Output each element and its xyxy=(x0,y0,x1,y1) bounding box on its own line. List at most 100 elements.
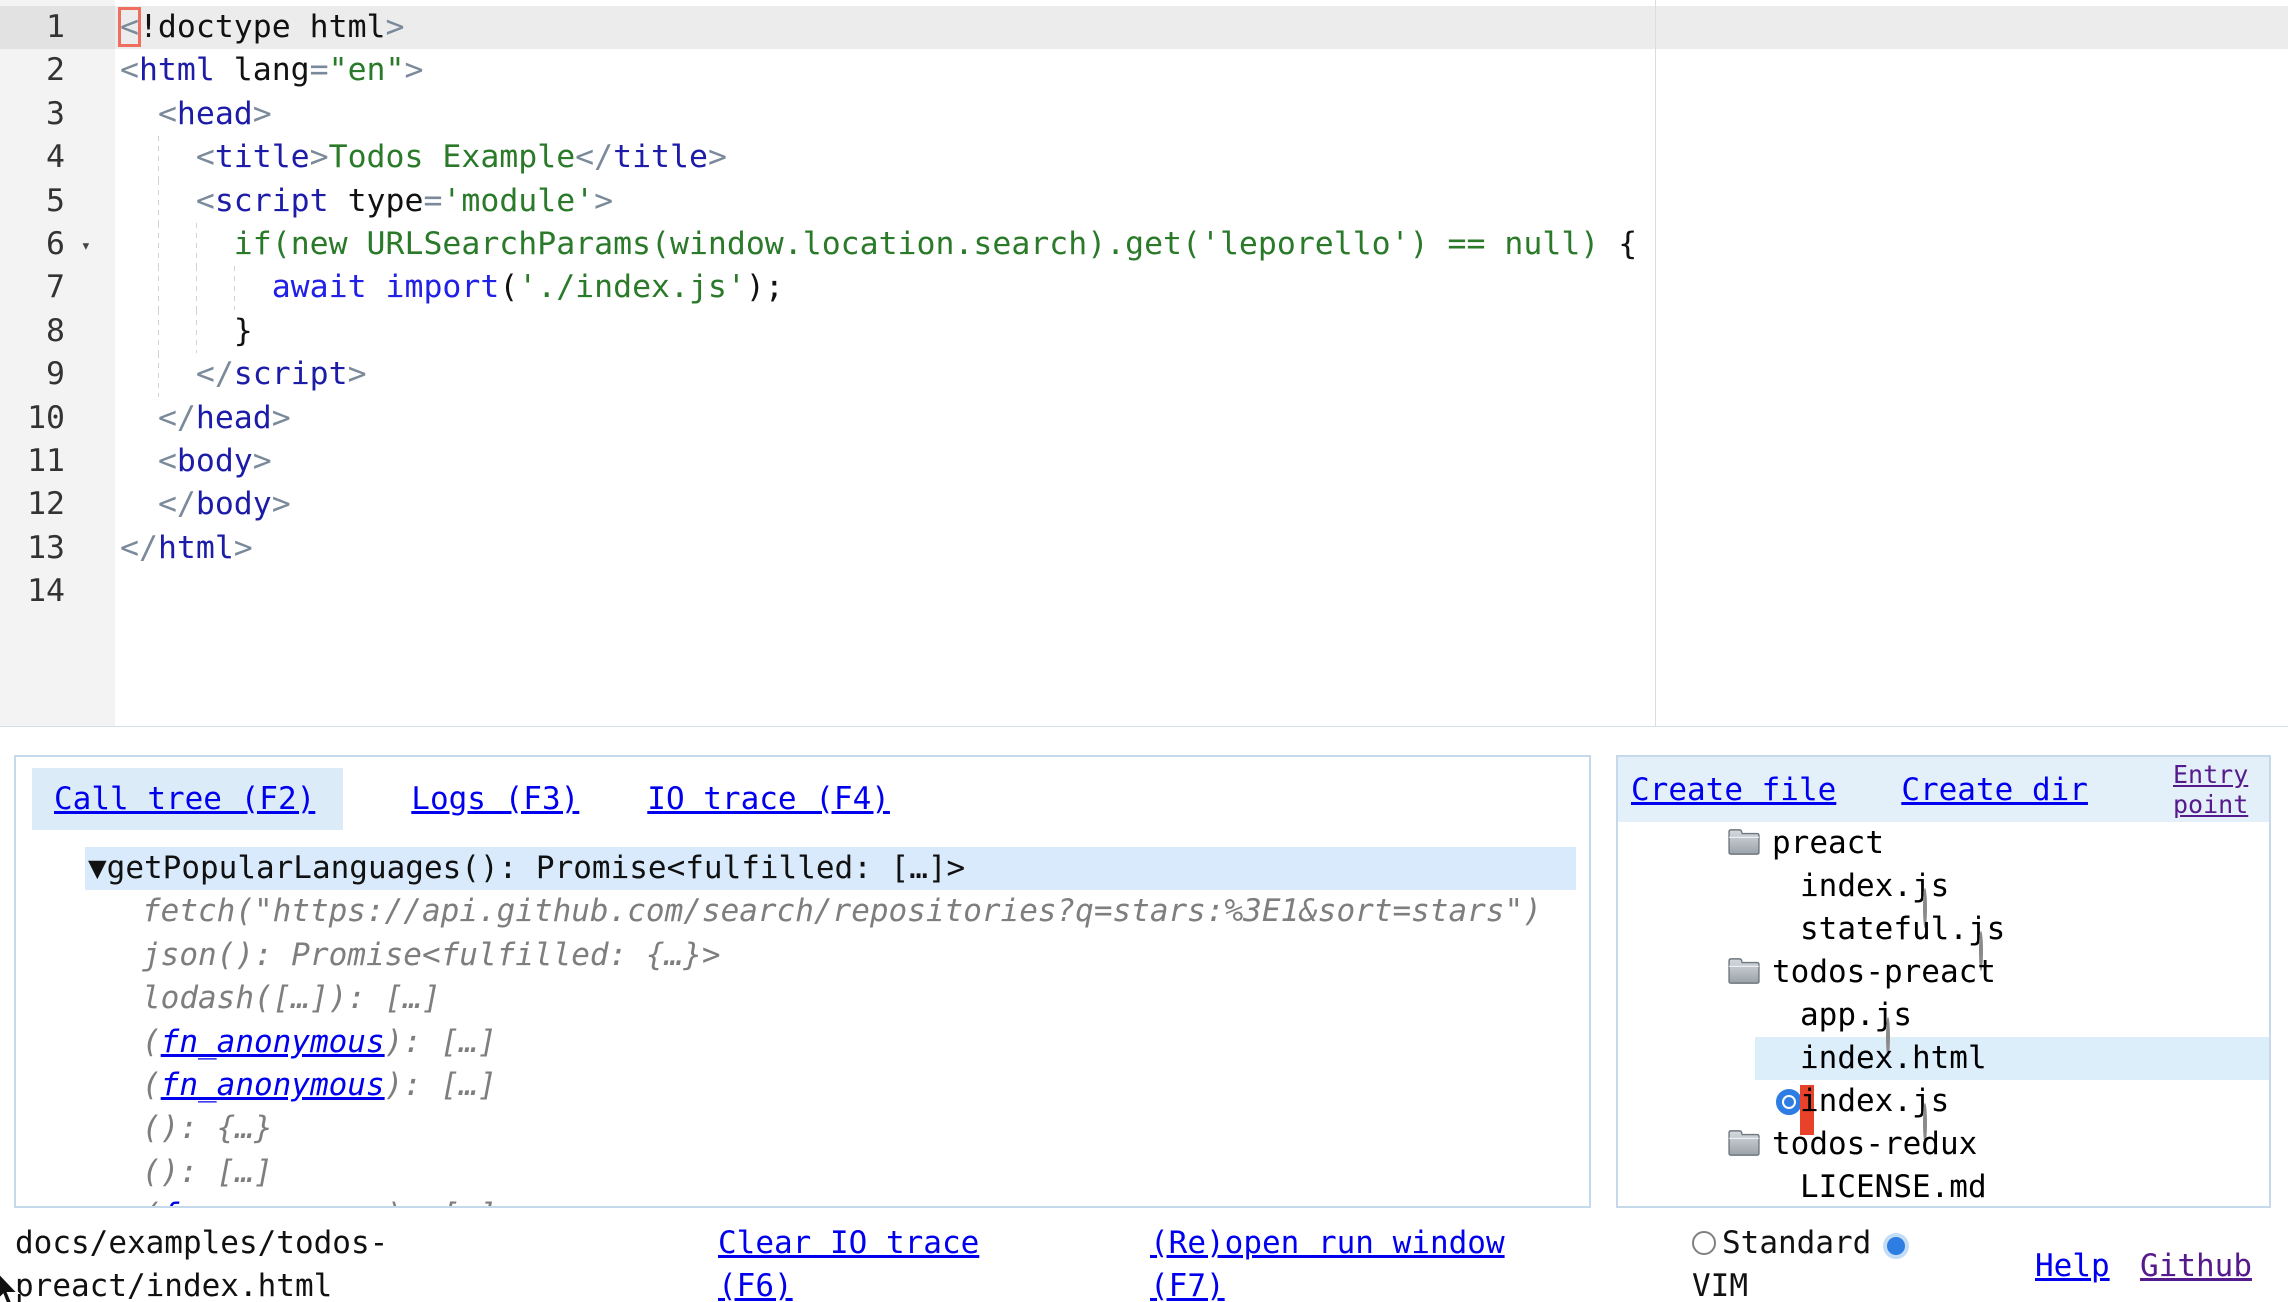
entry-point-radio-selected[interactable] xyxy=(1776,1089,1802,1115)
folder-icon xyxy=(1727,957,1761,985)
call-tree-row[interactable]: json(): Promise<fulfilled: {…}> xyxy=(16,934,1589,977)
line-number: 3 xyxy=(0,93,115,136)
file-name[interactable]: stateful.js xyxy=(1800,911,2005,947)
indent-guide xyxy=(158,136,159,179)
tab-logs-f3[interactable]: Logs (F3) xyxy=(411,768,579,830)
call-tree-row[interactable]: fetch("https://api.github.com/search/rep… xyxy=(16,890,1589,933)
file-name[interactable]: index.html xyxy=(1800,1040,1987,1076)
code-text[interactable]: <html lang="en"> xyxy=(115,49,2288,92)
file-row-index-html[interactable]: index.html xyxy=(1618,1037,2269,1080)
tab-link[interactable]: IO trace (F4) xyxy=(647,781,890,817)
code-text[interactable]: </html> xyxy=(115,527,2288,570)
call-tree-row[interactable]: (fn_anonymous): […] xyxy=(16,1194,1589,1208)
file-name[interactable]: app.js xyxy=(1800,997,1912,1033)
code-text[interactable]: <body> xyxy=(115,440,2288,483)
code-token: script xyxy=(234,356,348,392)
code-text[interactable]: </script> xyxy=(115,353,2288,396)
file-row-app-js[interactable]: app.js xyxy=(1618,994,2269,1037)
anonymous-fn-link[interactable]: fn_anonymous xyxy=(161,1067,385,1103)
create-file-button[interactable]: Create file xyxy=(1631,772,1836,808)
code-text[interactable]: await import('./index.js'); xyxy=(115,266,2288,309)
call-text: json(): Promise<fulfilled: {…}> xyxy=(142,937,721,973)
clear-io-trace-button[interactable]: Clear IO trace (F6) xyxy=(718,1222,1018,1302)
call-tree-row[interactable]: ▼getPopularLanguages(): Promise<fulfille… xyxy=(85,847,1576,890)
code-line[interactable]: 2 <html lang="en"> xyxy=(0,49,2288,92)
keybinding-radio-vim[interactable] xyxy=(1887,1237,1905,1255)
line-number: 6▾ xyxy=(0,223,115,266)
call-tree-row[interactable]: (): […] xyxy=(16,1151,1589,1194)
keybinding-radio-standard[interactable] xyxy=(1692,1231,1716,1255)
line-number: 7 xyxy=(0,266,115,309)
keybinding-label-vim[interactable]: VIM xyxy=(1692,1268,1748,1302)
indent-guide xyxy=(158,353,159,396)
file-tree: preact index.js stateful.js todos-preact app… xyxy=(1618,822,2269,1208)
dir-name[interactable]: preact xyxy=(1772,825,1884,861)
file-row-index-js[interactable]: index.js xyxy=(1618,865,2269,908)
code-token: { xyxy=(1599,226,1637,262)
call-tree-row[interactable]: (fn_anonymous): […] xyxy=(16,1021,1589,1064)
code-line[interactable]: 7 await import('./index.js'); xyxy=(0,266,2288,309)
code-text[interactable]: </head> xyxy=(115,397,2288,440)
file-name[interactable]: index.js xyxy=(1800,1083,1949,1119)
tab-call-tree-f2[interactable]: Call tree (F2) xyxy=(32,768,343,830)
dir-row-todos-preact[interactable]: todos-preact xyxy=(1618,951,2269,994)
code-line[interactable]: 3 <head> xyxy=(0,93,2288,136)
line-number-text: 2 xyxy=(46,52,65,88)
expand-arrow-icon[interactable]: ▼ xyxy=(88,850,107,886)
code-text[interactable]: } xyxy=(115,310,2288,353)
dir-row-preact[interactable]: preact xyxy=(1618,822,2269,865)
github-link[interactable]: Github xyxy=(2140,1248,2252,1284)
dir-name[interactable]: todos-preact xyxy=(1772,954,1996,990)
dir-name[interactable]: todos-redux xyxy=(1772,1126,1977,1162)
code-text[interactable]: <script type='module'> xyxy=(115,180,2288,223)
code-text[interactable]: </body> xyxy=(115,483,2288,526)
reopen-run-window-button[interactable]: (Re)open run window (F7) xyxy=(1150,1222,1530,1302)
code-line[interactable]: 12 </body> xyxy=(0,483,2288,526)
code-text[interactable]: <head> xyxy=(115,93,2288,136)
call-tree-row[interactable]: (): {…} xyxy=(16,1107,1589,1150)
code-line[interactable]: 10 </head> xyxy=(0,397,2288,440)
fold-arrow-icon[interactable]: ▾ xyxy=(81,225,91,268)
code-token: html xyxy=(139,52,215,88)
create-dir-button[interactable]: Create dir xyxy=(1901,772,2088,808)
code-token: > xyxy=(272,400,291,436)
line-number-text: 9 xyxy=(46,356,65,392)
code-line[interactable]: 4 <title>Todos Example</title> xyxy=(0,136,2288,179)
code-line[interactable]: 1<!doctype html> xyxy=(0,6,2288,49)
line-number-text: 10 xyxy=(27,400,65,436)
anonymous-fn-link[interactable]: fn_anonymous xyxy=(161,1024,385,1060)
tab-link[interactable]: Logs (F3) xyxy=(411,781,579,817)
file-row-LICENSE-md[interactable]: LICENSE.md xyxy=(1618,1166,2269,1208)
code-line[interactable]: 8 } xyxy=(0,310,2288,353)
file-name[interactable]: LICENSE.md xyxy=(1800,1169,1987,1205)
code-line[interactable]: 11 <body> xyxy=(0,440,2288,483)
call-tree-row[interactable]: lodash([…]): […] xyxy=(16,977,1589,1020)
help-link[interactable]: Help xyxy=(2035,1248,2110,1284)
file-row-stateful-js[interactable]: stateful.js xyxy=(1618,908,2269,951)
tab-link[interactable]: Call tree (F2) xyxy=(54,781,315,817)
call-text: (): {…} xyxy=(142,1110,273,1146)
anonymous-fn-link[interactable]: fn_anonymous xyxy=(161,1197,385,1208)
code-line[interactable]: 5 <script type='module'> xyxy=(0,180,2288,223)
code-token xyxy=(120,96,158,132)
call-tree-row[interactable]: (fn_anonymous): […] xyxy=(16,1064,1589,1107)
dir-row-todos-redux[interactable]: todos-redux xyxy=(1618,1123,2269,1166)
code-token xyxy=(120,486,158,522)
code-editor[interactable]: 1<!doctype html>2 <html lang="en">3 <head… xyxy=(0,0,2288,727)
code-text[interactable]: <title>Todos Example</title> xyxy=(115,136,2288,179)
code-text[interactable] xyxy=(115,570,2288,613)
keybinding-label-standard[interactable]: Standard xyxy=(1722,1225,1871,1261)
code-token: < xyxy=(158,96,177,132)
radio-dot xyxy=(1784,1097,1794,1107)
code-token: > xyxy=(272,486,291,522)
file-name[interactable]: index.js xyxy=(1800,868,1949,904)
code-line[interactable]: 9 </script> xyxy=(0,353,2288,396)
file-row-index-js[interactable]: index.js xyxy=(1618,1080,2269,1123)
code-text[interactable]: if(new URLSearchParams(window.location.s… xyxy=(115,223,2288,266)
code-line[interactable]: 13</html> xyxy=(0,527,2288,570)
entry-point-link[interactable]: Entry point xyxy=(2173,760,2261,820)
code-line[interactable]: 14 xyxy=(0,570,2288,613)
code-line[interactable]: 6▾ if(new URLSearchParams(window.locatio… xyxy=(0,223,2288,266)
code-text[interactable]: <!doctype html> xyxy=(115,6,2288,49)
tab-io-trace-f4[interactable]: IO trace (F4) xyxy=(647,768,890,830)
